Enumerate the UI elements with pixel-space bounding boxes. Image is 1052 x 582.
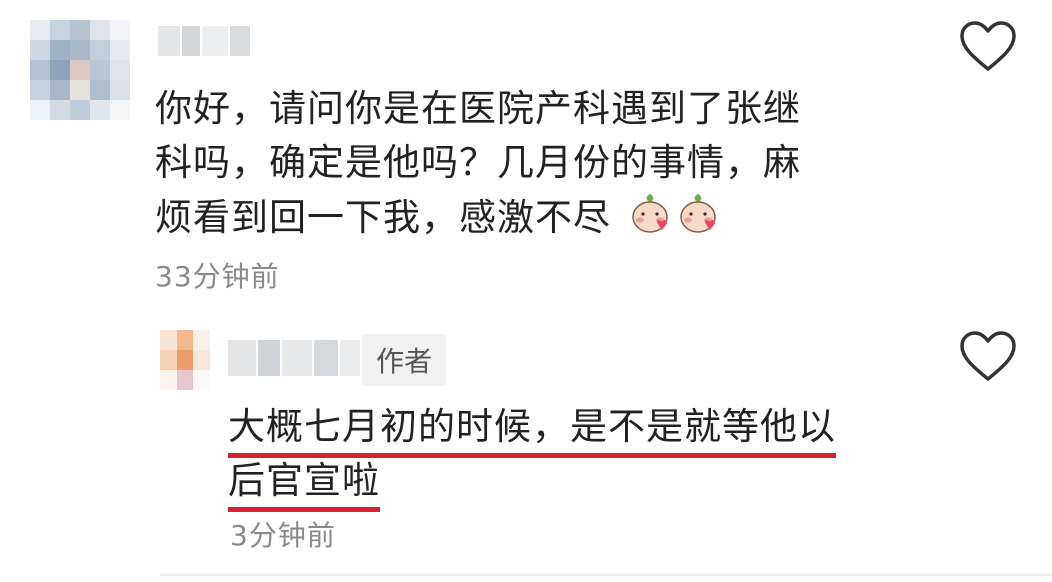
blushing-peach-emoji-icon [628,190,672,249]
underlined-text: 后官宣啦 [228,458,380,512]
avatar[interactable] [30,20,130,120]
author-badge: 作者 [362,334,447,386]
comment-text: 你好，请问你是在医院产科遇到了张继 科吗，确定是他吗？几月份的事情，麻 烦看到回… [155,82,915,249]
comment-line: 你好，请问你是在医院产科遇到了张继 [155,87,801,130]
reply-line: 后官宣啦 [228,454,928,512]
underlined-text: 大概七月初的时候，是不是就等他以 [228,404,836,458]
heart-outline-icon[interactable] [958,20,1018,78]
heart-outline-icon[interactable] [958,330,1018,388]
blushing-peach-emoji-icon [676,190,720,249]
reply-text: 大概七月初的时候，是不是就等他以 后官宣啦 [228,400,928,512]
comment-timestamp: 33分钟前 [155,260,280,293]
reply-line: 大概七月初的时候，是不是就等他以 [228,400,928,458]
divider [160,574,1052,576]
username-blurred[interactable] [158,26,250,56]
reply-username-blurred[interactable] [228,340,360,376]
reply-avatar[interactable] [160,330,210,390]
reply-timestamp: 3分钟前 [230,519,336,552]
comment-line: 烦看到回一下我，感激不尽 [155,190,915,249]
comment-line-text: 烦看到回一下我，感激不尽 [155,196,611,239]
comment-thread: 你好，请问你是在医院产科遇到了张继 科吗，确定是他吗？几月份的事情，麻 烦看到回… [0,0,1052,582]
comment-line: 科吗，确定是他吗？几月份的事情，麻 [155,141,801,184]
